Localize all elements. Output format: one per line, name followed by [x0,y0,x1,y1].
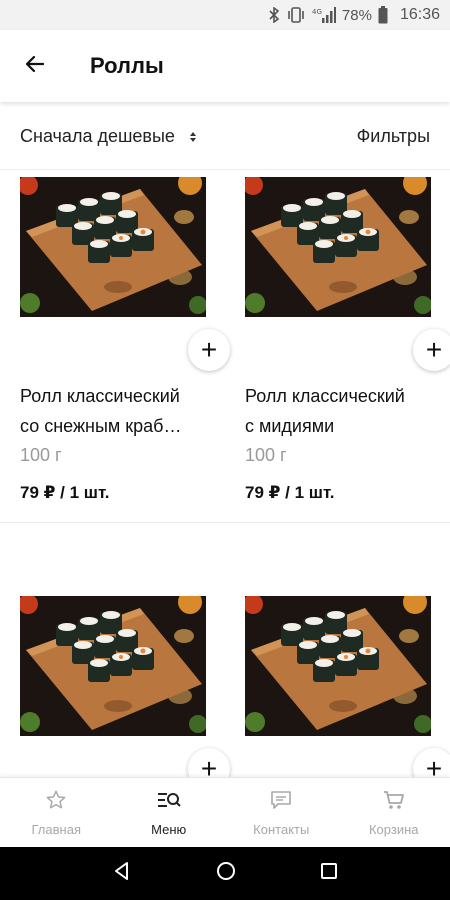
plus-icon: + [425,753,443,778]
menu-search-icon [156,789,182,816]
star-icon [45,789,67,816]
app-bar: Роллы [0,30,450,102]
arrow-left-icon [23,52,47,81]
network-label: 4G [312,8,322,16]
sort-arrows-icon [189,131,197,143]
product-name-line2: со снежным краб… [20,416,182,436]
nav-label: Корзина [368,821,419,837]
bottom-navigation: Главная Меню Контакты Корзина [0,777,450,847]
cart-icon [382,789,406,816]
bluetooth-icon [268,7,280,23]
product-name-line2: с мидиями [245,416,335,436]
product-price: 79 ₽ / 1 шт. [20,483,110,502]
product-name-line1: Ролл классический [245,386,405,406]
nav-label: Контакты [253,821,310,837]
product-weight: 100 г [245,445,287,465]
battery-text: 78% [341,6,372,24]
product-name-line1: Ролл классический [20,386,180,406]
nav-label: Главная [31,821,81,837]
back-button[interactable] [0,30,70,102]
system-back-icon[interactable] [112,861,132,886]
product-card[interactable]: + [20,596,230,777]
product-image[interactable] [20,596,206,736]
plus-icon: + [200,753,218,778]
add-to-cart-button[interactable]: + [413,329,450,371]
product-name: Ролл классический с мидиями [245,381,445,441]
nav-item-home[interactable]: Главная [0,778,113,847]
product-card[interactable]: + [245,596,450,777]
product-image[interactable] [20,177,206,317]
sort-dropdown[interactable]: Сначала дешевые [20,126,197,147]
product-image[interactable] [245,177,431,317]
chat-icon [269,789,293,816]
product-card[interactable]: + Ролл классический со снежным краб… 100… [20,177,230,502]
plus-icon: + [200,334,218,365]
plus-icon: + [425,334,443,365]
nav-item-menu[interactable]: Меню [113,778,226,847]
nav-item-contacts[interactable]: Контакты [225,778,338,847]
system-navigation-bar [0,847,450,900]
sort-label: Сначала дешевые [20,126,175,146]
product-image[interactable] [245,596,431,736]
add-to-cart-button[interactable]: + [188,329,230,371]
signal-4g-icon: 4G [312,6,336,24]
system-home-icon[interactable] [216,861,236,886]
product-weight: 100 г [20,445,62,465]
status-bar: 4G 78% 16:36 [0,0,450,30]
sort-filter-bar: Сначала дешевые Фильтры [0,104,450,170]
nav-item-cart[interactable]: Корзина [338,778,450,847]
vibrate-icon [286,6,306,24]
nav-label: Меню [151,821,187,837]
filters-button[interactable]: Фильтры [357,126,430,147]
product-price: 79 ₽ / 1 шт. [245,483,335,502]
product-name: Ролл классический со снежным краб… [20,381,220,441]
page-title: Роллы [90,53,164,78]
status-time: 16:36 [399,6,440,23]
battery-icon [378,6,388,24]
product-grid: + Ролл классический со снежным краб… 100… [0,171,450,777]
system-recents-icon[interactable] [320,862,338,885]
product-card[interactable]: + Ролл классический с мидиями 100 г 79 ₽… [245,177,450,502]
